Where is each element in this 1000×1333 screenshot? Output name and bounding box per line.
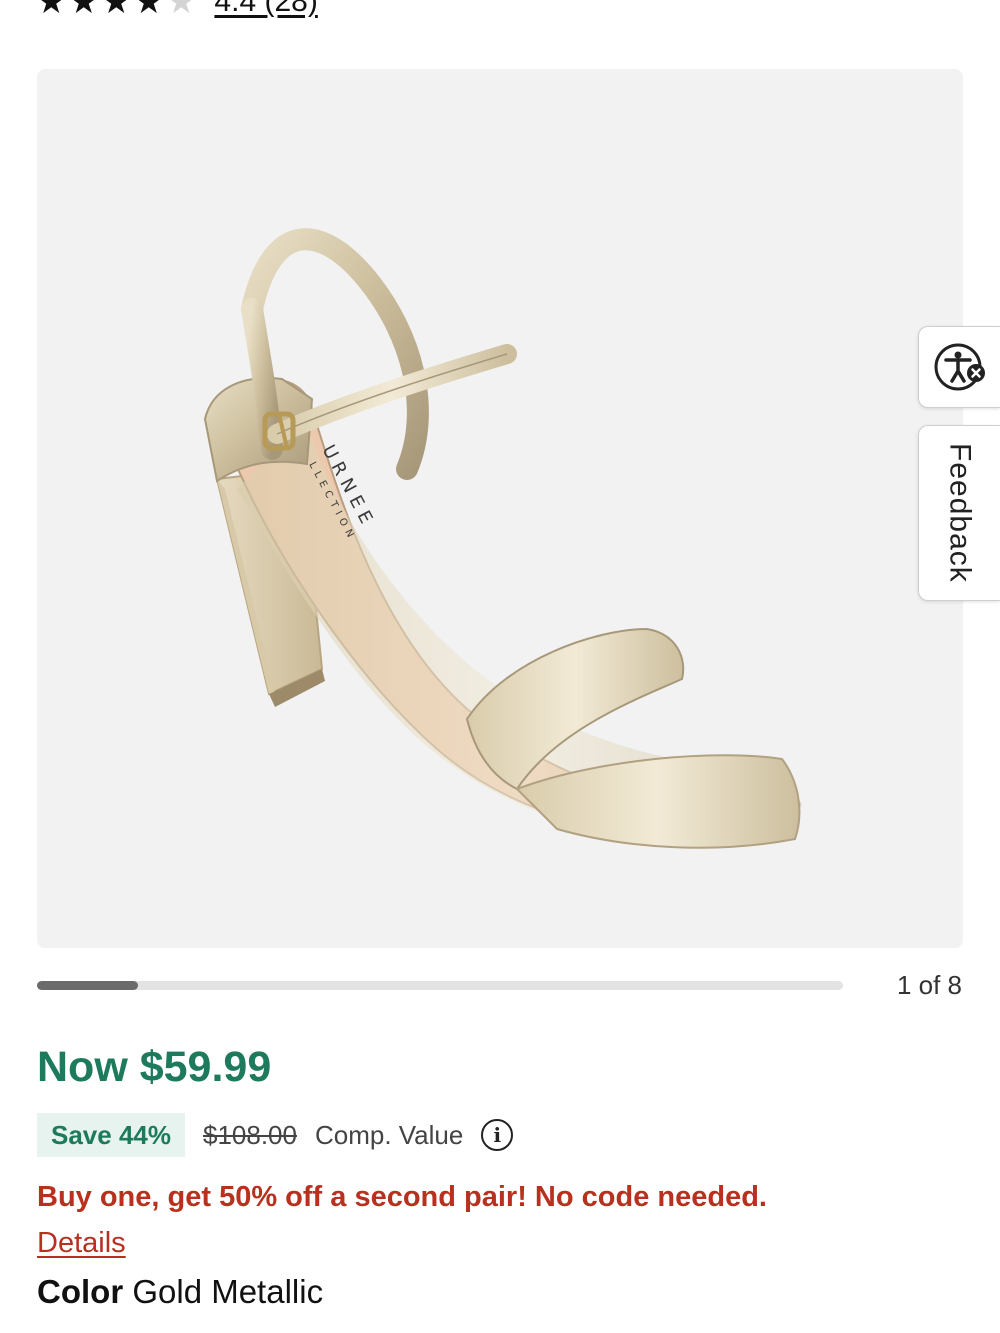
star-icon: ★ — [133, 0, 164, 21]
feedback-label: Feedback — [943, 443, 977, 583]
star-icon: ★ — [100, 0, 132, 21]
original-price: $108.00 — [202, 1119, 297, 1150]
accessibility-icon — [934, 343, 985, 391]
product-image-gallery[interactable]: URNEE LLECTION — [37, 69, 963, 948]
carousel-progress-track[interactable] — [37, 981, 843, 990]
star-empty-icon: ★ — [165, 0, 197, 21]
rating-summary: ★ ★ ★ ★ ★ 4.4 (28) — [36, 0, 318, 22]
product-image: URNEE LLECTION — [203, 228, 802, 849]
reviews-link[interactable]: 4.4 (28) — [214, 0, 317, 19]
promo-message: Buy one, get 50% off a second pair! No c… — [37, 1181, 767, 1213]
accessibility-button[interactable] — [918, 326, 1000, 408]
color-selection: Color Gold Metallic — [37, 1273, 323, 1311]
savings-row: Save 44% $108.00 Comp. Value i — [37, 1113, 514, 1157]
info-icon[interactable]: i — [481, 1119, 514, 1151]
star-icon: ★ — [68, 0, 99, 21]
star-icon: ★ — [36, 0, 67, 21]
color-label: Color — [37, 1273, 124, 1310]
color-value: Gold Metallic — [132, 1273, 324, 1310]
star-rating: ★ ★ ★ ★ ★ — [36, 0, 196, 19]
carousel-counter: 1 of 8 — [896, 970, 962, 1000]
current-price: Now $59.99 — [37, 1043, 272, 1091]
carousel-progress-thumb[interactable] — [37, 981, 138, 990]
feedback-tab[interactable]: Feedback — [918, 425, 1000, 601]
save-badge: Save 44% — [37, 1113, 185, 1157]
promo-details-link[interactable]: Details — [37, 1227, 126, 1260]
comp-value-label: Comp. Value — [314, 1119, 464, 1150]
